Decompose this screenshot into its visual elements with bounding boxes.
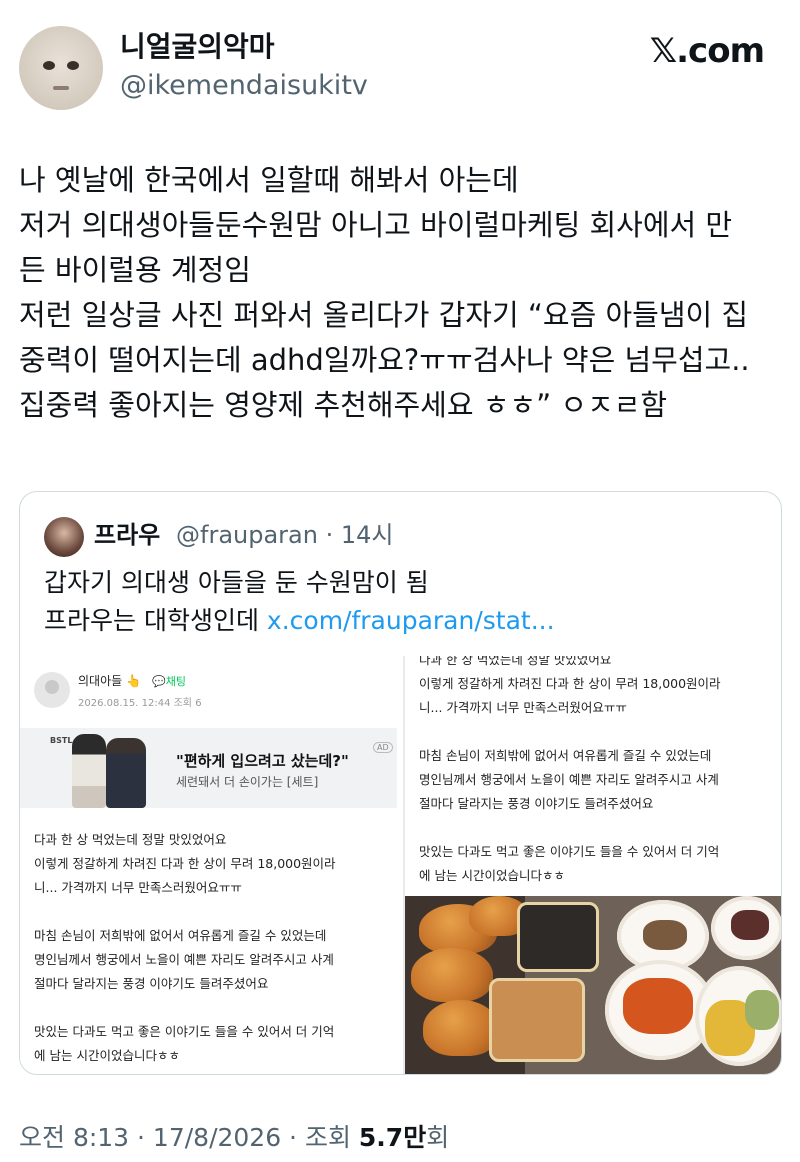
post-author-avatar (34, 672, 70, 708)
quoted-text-line1: 갑자기 의대생 아들을 둔 수원맘이 됨 (44, 568, 429, 597)
cup-dark-sweet (517, 902, 599, 972)
author-avatar[interactable] (19, 26, 103, 110)
cup-block-sweet (489, 978, 585, 1062)
quoted-link[interactable]: x.com/frauparan/stat... (267, 606, 555, 635)
quoted-author-name: 프라우 (94, 521, 161, 549)
quoted-text-line2-prefix: 프라우는 대학생인데 (44, 606, 267, 635)
author-display-name[interactable]: 니얼굴의악마 (120, 30, 275, 64)
quoted-tweet-card[interactable]: 프라우 @frauparan · 14시 갑자기 의대생 아들을 둔 수원맘이 … (19, 491, 782, 1075)
ad-subtitle: 세련돼서 더 손이가는 [세트] (176, 775, 319, 789)
timestamp[interactable]: 오전 8:13 · 17/8/2026 · 조회 (19, 1123, 359, 1152)
ad-brand-logo: BSTL (50, 736, 73, 745)
quoted-author-avatar (44, 517, 84, 557)
media-image-left[interactable]: 의대아들 👆 💬채팅 2026.08.15. 12:44 조회 6 BSTL "… (20, 656, 403, 1074)
post-author-name: 의대아들 👆 (78, 674, 141, 688)
post-body-text: 다과 한 상 먹었는데 정말 맛있었어요 이렇게 정갈하게 차려진 다과 한 상… (419, 656, 721, 883)
avatar-eye-right (67, 61, 79, 70)
ad-banner: BSTL "편하게 입으려고 샀는데?" 세련돼서 더 손이가는 [세트] AD (20, 728, 397, 808)
flower-sweet (731, 910, 769, 940)
avatar-mouth (53, 86, 69, 90)
quoted-media[interactable]: 의대아들 👆 💬채팅 2026.08.15. 12:44 조회 6 BSTL "… (20, 656, 781, 1074)
view-count: 5.7만 (358, 1123, 427, 1152)
ad-label: AD (373, 742, 393, 753)
avatar-eye-left (43, 61, 55, 70)
green-sweet (745, 990, 779, 1030)
candied-persimmon (623, 978, 693, 1034)
ad-model-figure (106, 738, 146, 808)
yakgwa-pastry (423, 1000, 499, 1056)
ad-title: "편하게 입으려고 샀는데?" (176, 752, 349, 770)
chat-badge: 💬채팅 (152, 675, 186, 688)
food-photo (405, 896, 781, 1074)
media-image-right[interactable]: 다과 한 상 먹었는데 정말 맛있었어요 이렇게 정갈하게 차려진 다과 한 상… (405, 656, 781, 1074)
quoted-tweet-text: 갑자기 의대생 아들을 둔 수원맘이 됨 프라우는 대학생인데 x.com/fr… (44, 564, 555, 640)
quoted-text-line2: 프라우는 대학생인데 x.com/frauparan/stat... (44, 602, 555, 640)
x-logo-icon: 𝕏.com (649, 31, 765, 71)
nuts (643, 920, 687, 950)
ad-model-figure (72, 734, 106, 808)
tweet-text: 나 옛날에 한국에서 일할때 해봐서 아는데 저거 의대생아들둔수원맘 아니고 … (19, 163, 750, 422)
post-body-text: 다과 한 상 먹었는데 정말 맛있었어요 이렇게 정갈하게 차려진 다과 한 상… (34, 832, 336, 1063)
author-handle[interactable]: @ikemendaisukitv (120, 70, 368, 102)
post-date: 2026.08.15. 12:44 조회 6 (78, 698, 202, 709)
quoted-author-handle-time: @frauparan · 14시 (176, 521, 394, 549)
tweet-metadata: 오전 8:13 · 17/8/2026 · 조회 5.7만회 (19, 1120, 449, 1156)
yakgwa-pastry (411, 948, 493, 1002)
view-count-suffix: 회 (426, 1123, 450, 1152)
